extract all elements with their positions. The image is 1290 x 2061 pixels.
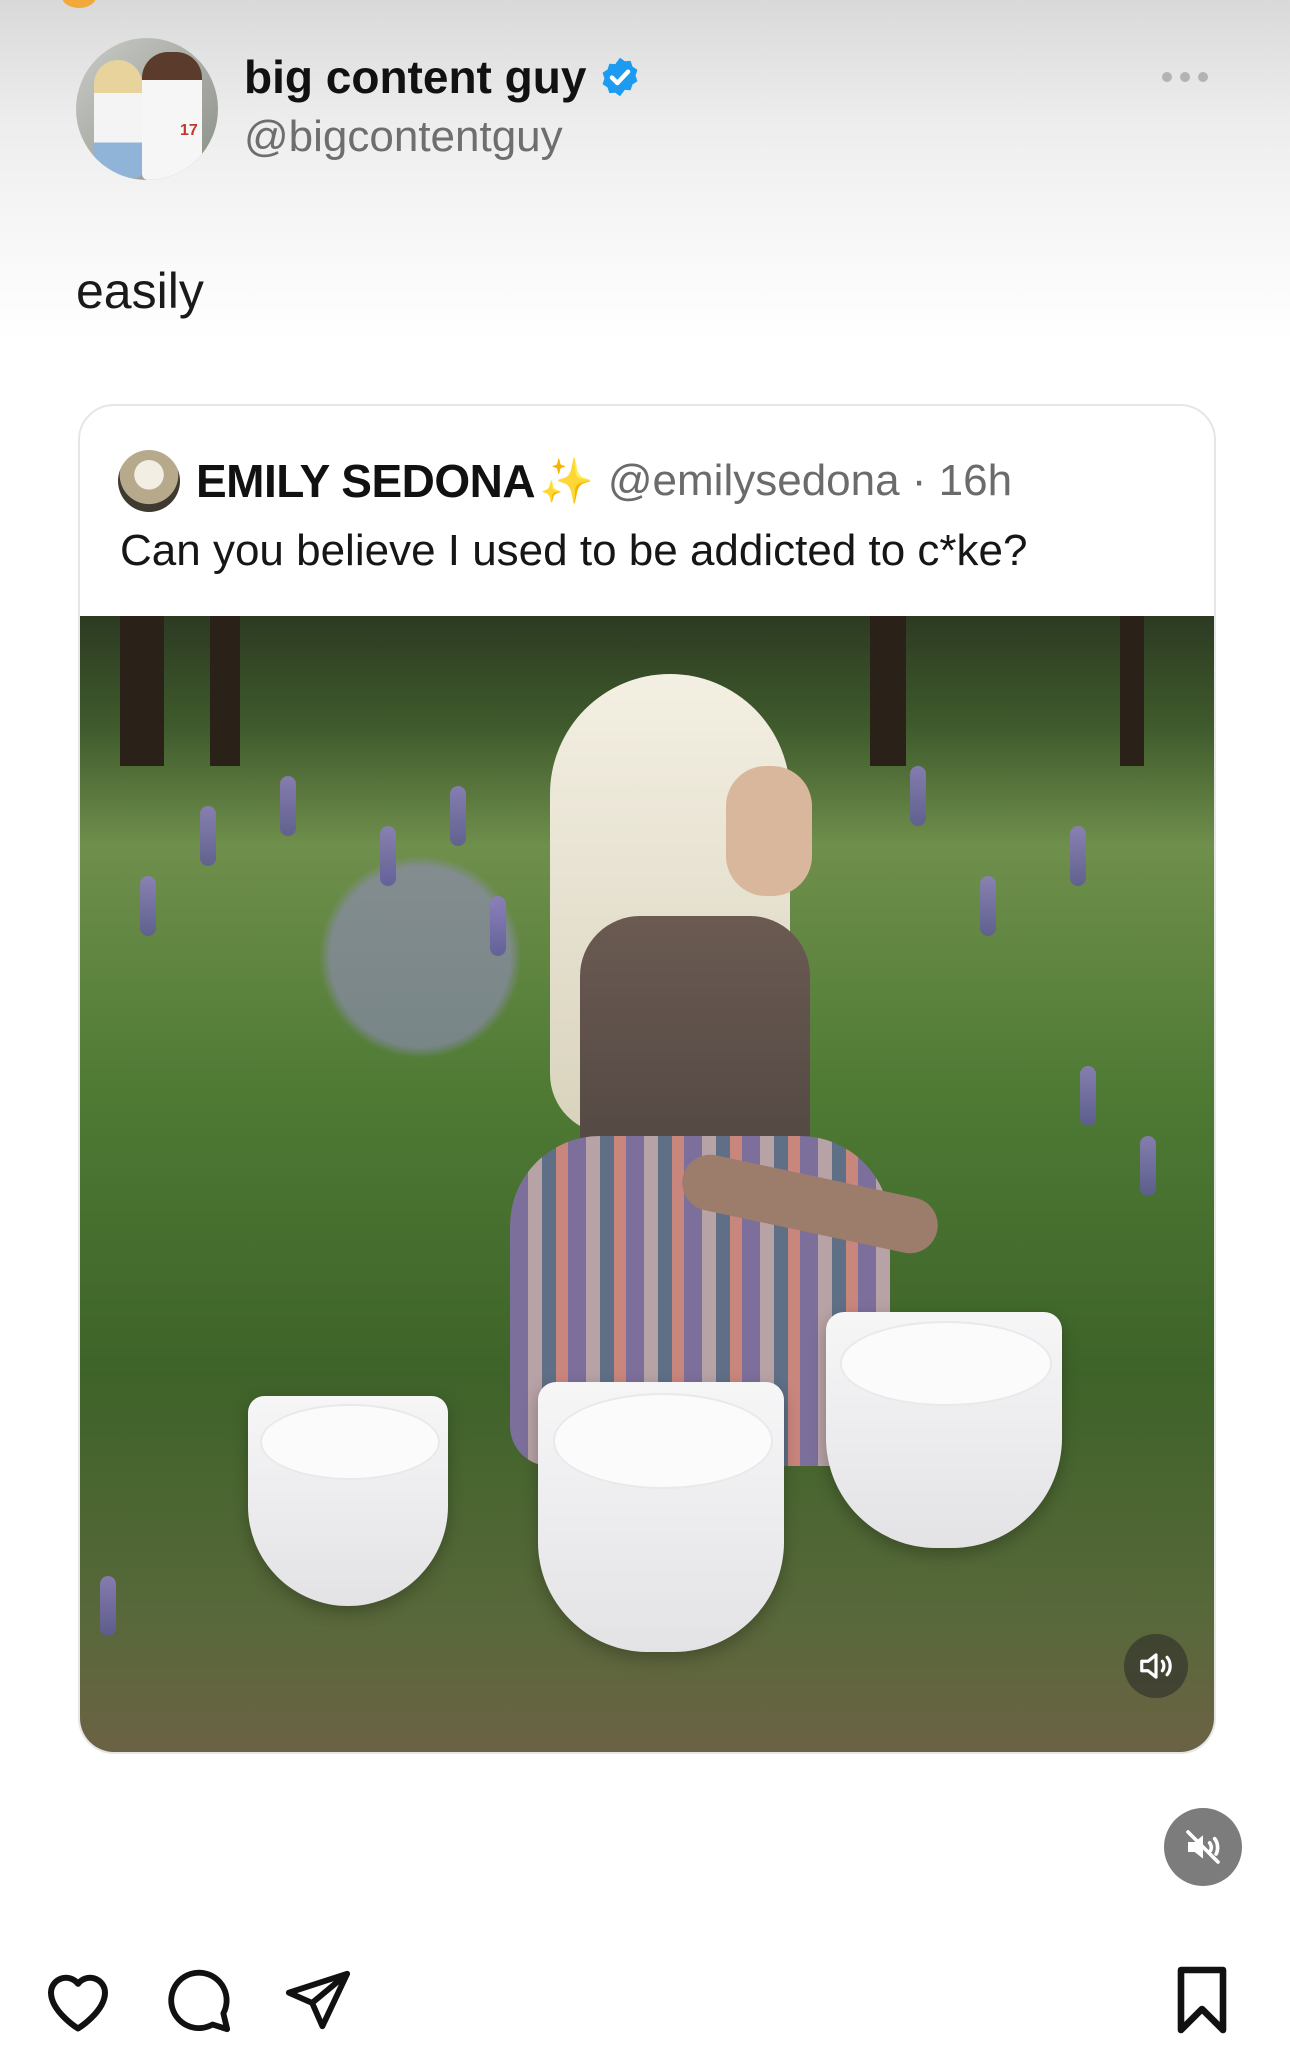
singing-bowl xyxy=(248,1396,448,1606)
bookmark-icon xyxy=(1177,1966,1227,2034)
share-button[interactable] xyxy=(278,1960,358,2040)
lupine-flower xyxy=(490,896,506,956)
display-name[interactable]: big content guy xyxy=(244,50,642,104)
singing-bowl xyxy=(538,1382,784,1652)
quoted-post-text: Can you believe I used to be addicted to… xyxy=(120,526,1028,575)
send-icon xyxy=(285,1970,351,2030)
muted-speaker-icon[interactable] xyxy=(1164,1808,1242,1886)
quoted-handle-time[interactable]: @emilysedona · 16h xyxy=(608,456,1012,506)
lupine-flower xyxy=(100,1576,116,1636)
more-dot xyxy=(1180,72,1190,82)
woman-face xyxy=(726,766,812,896)
speaker-glyph xyxy=(1140,1653,1172,1679)
quoted-avatar[interactable] xyxy=(118,450,180,512)
lupine-flower xyxy=(380,826,396,886)
avatar-figure-left xyxy=(94,60,142,178)
username[interactable]: @bigcontentguy xyxy=(244,112,563,162)
post-text: easily xyxy=(76,263,204,319)
lupine-flower xyxy=(1080,1066,1096,1126)
more-dot xyxy=(1162,72,1172,82)
tree-trunk xyxy=(870,616,906,766)
heart-icon xyxy=(48,1974,108,2032)
lupine-flower xyxy=(450,786,466,846)
lupine-flower xyxy=(200,806,216,866)
like-button[interactable] xyxy=(38,1960,118,2040)
sparkles-icon: ✨ xyxy=(539,457,594,506)
comment-button[interactable] xyxy=(158,1960,238,2040)
story-indicator xyxy=(62,0,96,8)
comment-bubble-icon xyxy=(168,1969,231,2033)
display-name-text: big content guy xyxy=(244,51,587,103)
muted-speaker-glyph xyxy=(1186,1830,1220,1864)
save-button[interactable] xyxy=(1162,1960,1242,2040)
avatar-jersey-number: 17 xyxy=(180,122,198,139)
more-dot xyxy=(1198,72,1208,82)
lupine-flower xyxy=(1140,1136,1156,1196)
quoted-post[interactable]: EMILY SEDONA ✨ @emilysedona · 16h Can yo… xyxy=(78,404,1216,1754)
singing-bowl xyxy=(826,1312,1062,1548)
speaker-icon[interactable] xyxy=(1124,1634,1188,1698)
avatar[interactable]: 17 xyxy=(76,38,218,180)
action-bar xyxy=(0,1960,1290,2050)
tree-trunk xyxy=(120,616,164,766)
screenshot-post: 17 big content guy @bigcontentguy easily… xyxy=(0,0,1290,1920)
video-player[interactable] xyxy=(80,616,1214,1752)
quoted-post-header: EMILY SEDONA ✨ @emilysedona · 16h xyxy=(118,446,1012,516)
lupine-flower xyxy=(910,766,926,826)
lupine-flower xyxy=(980,876,996,936)
more-options-icon[interactable] xyxy=(1162,72,1208,82)
avatar-figure-right xyxy=(142,52,202,180)
lupine-flower xyxy=(1070,826,1086,886)
quoted-display-name[interactable]: EMILY SEDONA xyxy=(196,454,536,508)
tree-trunk xyxy=(210,616,240,766)
lupine-flower xyxy=(140,876,156,936)
verified-badge-icon xyxy=(603,57,638,97)
tree-trunk xyxy=(1120,616,1144,766)
lupine-flower xyxy=(280,776,296,836)
